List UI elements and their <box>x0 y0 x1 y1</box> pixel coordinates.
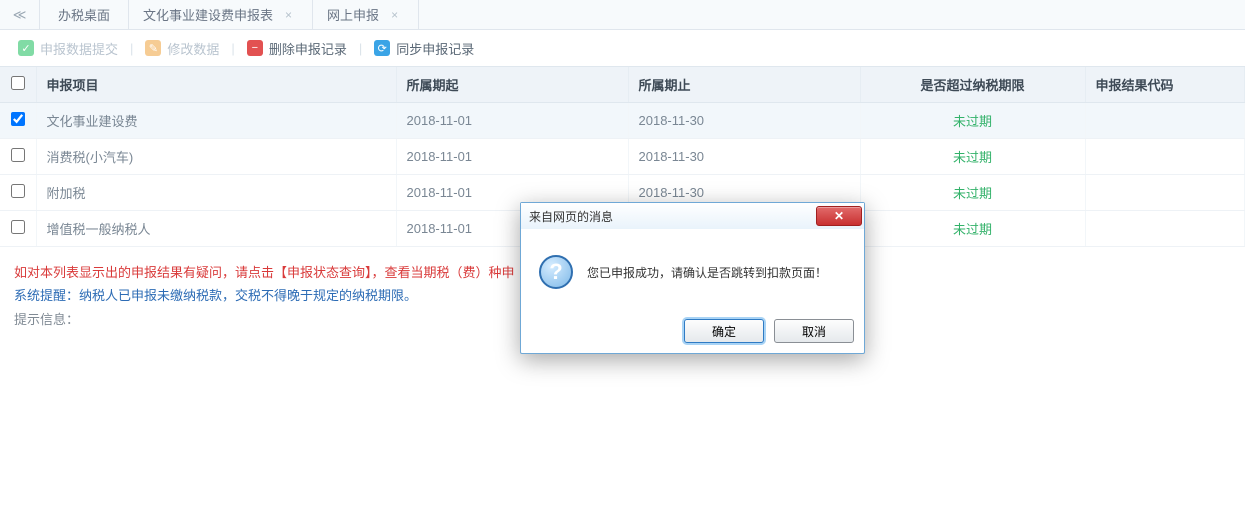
tab-label: 网上申报 <box>327 5 379 24</box>
cell-result <box>1085 175 1245 211</box>
select-all-checkbox[interactable] <box>11 76 25 90</box>
cancel-button[interactable]: 取消 <box>774 319 854 343</box>
tab-label: 办税桌面 <box>58 5 110 24</box>
cell-project: 附加税 <box>36 175 396 211</box>
cell-result <box>1085 103 1245 139</box>
tab-label: 文化事业建设费申报表 <box>143 5 273 24</box>
cell-result <box>1085 211 1245 247</box>
cell-start: 2018-11-01 <box>396 139 628 175</box>
tabs-scroll-left-button[interactable]: ≪ <box>0 0 40 29</box>
status-badge: 未过期 <box>953 114 992 129</box>
tab-bar: ≪ 办税桌面 文化事业建设费申报表 × 网上申报 × <box>0 0 1245 30</box>
status-badge: 未过期 <box>953 186 992 201</box>
col-start: 所属期起 <box>396 67 628 103</box>
toolbar: ✓ 申报数据提交 | ✎ 修改数据 | − 删除申报记录 | ⟳ 同步申报记录 <box>0 30 1245 66</box>
tab-desktop[interactable]: 办税桌面 <box>40 0 129 29</box>
col-overdue: 是否超过纳税期限 <box>860 67 1085 103</box>
col-project: 申报项目 <box>36 67 396 103</box>
refresh-icon: ⟳ <box>374 40 390 56</box>
tab-online-declare[interactable]: 网上申报 × <box>313 0 419 29</box>
dialog-titlebar[interactable]: 来自网页的消息 ✕ <box>521 203 864 229</box>
row-checkbox[interactable] <box>11 112 25 126</box>
cell-start: 2018-11-01 <box>396 103 628 139</box>
close-icon[interactable]: × <box>391 8 398 22</box>
table-header-row: 申报项目 所属期起 所属期止 是否超过纳税期限 申报结果代码 <box>0 67 1245 103</box>
toolbar-label: 删除申报记录 <box>269 39 347 58</box>
toolbar-label: 同步申报记录 <box>396 39 474 58</box>
status-badge: 未过期 <box>953 150 992 165</box>
col-end: 所属期止 <box>628 67 860 103</box>
tab-culture-fee-form[interactable]: 文化事业建设费申报表 × <box>129 0 313 29</box>
cell-project: 消费税(小汽车) <box>36 139 396 175</box>
delete-record-button[interactable]: − 删除申报记录 <box>243 39 351 58</box>
cell-project: 文化事业建设费 <box>36 103 396 139</box>
toolbar-label: 申报数据提交 <box>40 39 118 58</box>
question-icon: ? <box>539 255 573 289</box>
double-chevron-left-icon: ≪ <box>13 7 27 23</box>
minus-icon: − <box>247 40 263 56</box>
dialog-title: 来自网页的消息 <box>529 208 613 225</box>
dialog-close-button[interactable]: ✕ <box>816 206 862 226</box>
cell-project: 增值税一般纳税人 <box>36 211 396 247</box>
row-checkbox[interactable] <box>11 184 25 198</box>
cell-end: 2018-11-30 <box>628 103 860 139</box>
check-icon: ✓ <box>18 40 34 56</box>
table-row[interactable]: 消费税(小汽车) 2018-11-01 2018-11-30 未过期 <box>0 139 1245 175</box>
table-row[interactable]: 文化事业建设费 2018-11-01 2018-11-30 未过期 <box>0 103 1245 139</box>
separator: | <box>231 41 234 56</box>
close-icon[interactable]: × <box>285 8 292 22</box>
dialog-message: 您已申报成功，请确认是否跳转到扣款页面！ <box>587 264 827 281</box>
separator: | <box>359 41 362 56</box>
cell-end: 2018-11-30 <box>628 139 860 175</box>
confirm-dialog: 来自网页的消息 ✕ ? 您已申报成功，请确认是否跳转到扣款页面！ 确定 取消 <box>520 202 865 354</box>
separator: | <box>130 41 133 56</box>
toolbar-label: 修改数据 <box>167 39 219 58</box>
row-checkbox[interactable] <box>11 220 25 234</box>
sync-record-button[interactable]: ⟳ 同步申报记录 <box>370 39 478 58</box>
status-badge: 未过期 <box>953 222 992 237</box>
modify-data-button: ✎ 修改数据 <box>141 39 223 58</box>
col-result: 申报结果代码 <box>1085 67 1245 103</box>
edit-icon: ✎ <box>145 40 161 56</box>
close-icon: ✕ <box>834 209 844 223</box>
submit-declare-button: ✓ 申报数据提交 <box>14 39 122 58</box>
cell-result <box>1085 139 1245 175</box>
row-checkbox[interactable] <box>11 148 25 162</box>
ok-button[interactable]: 确定 <box>684 319 764 343</box>
